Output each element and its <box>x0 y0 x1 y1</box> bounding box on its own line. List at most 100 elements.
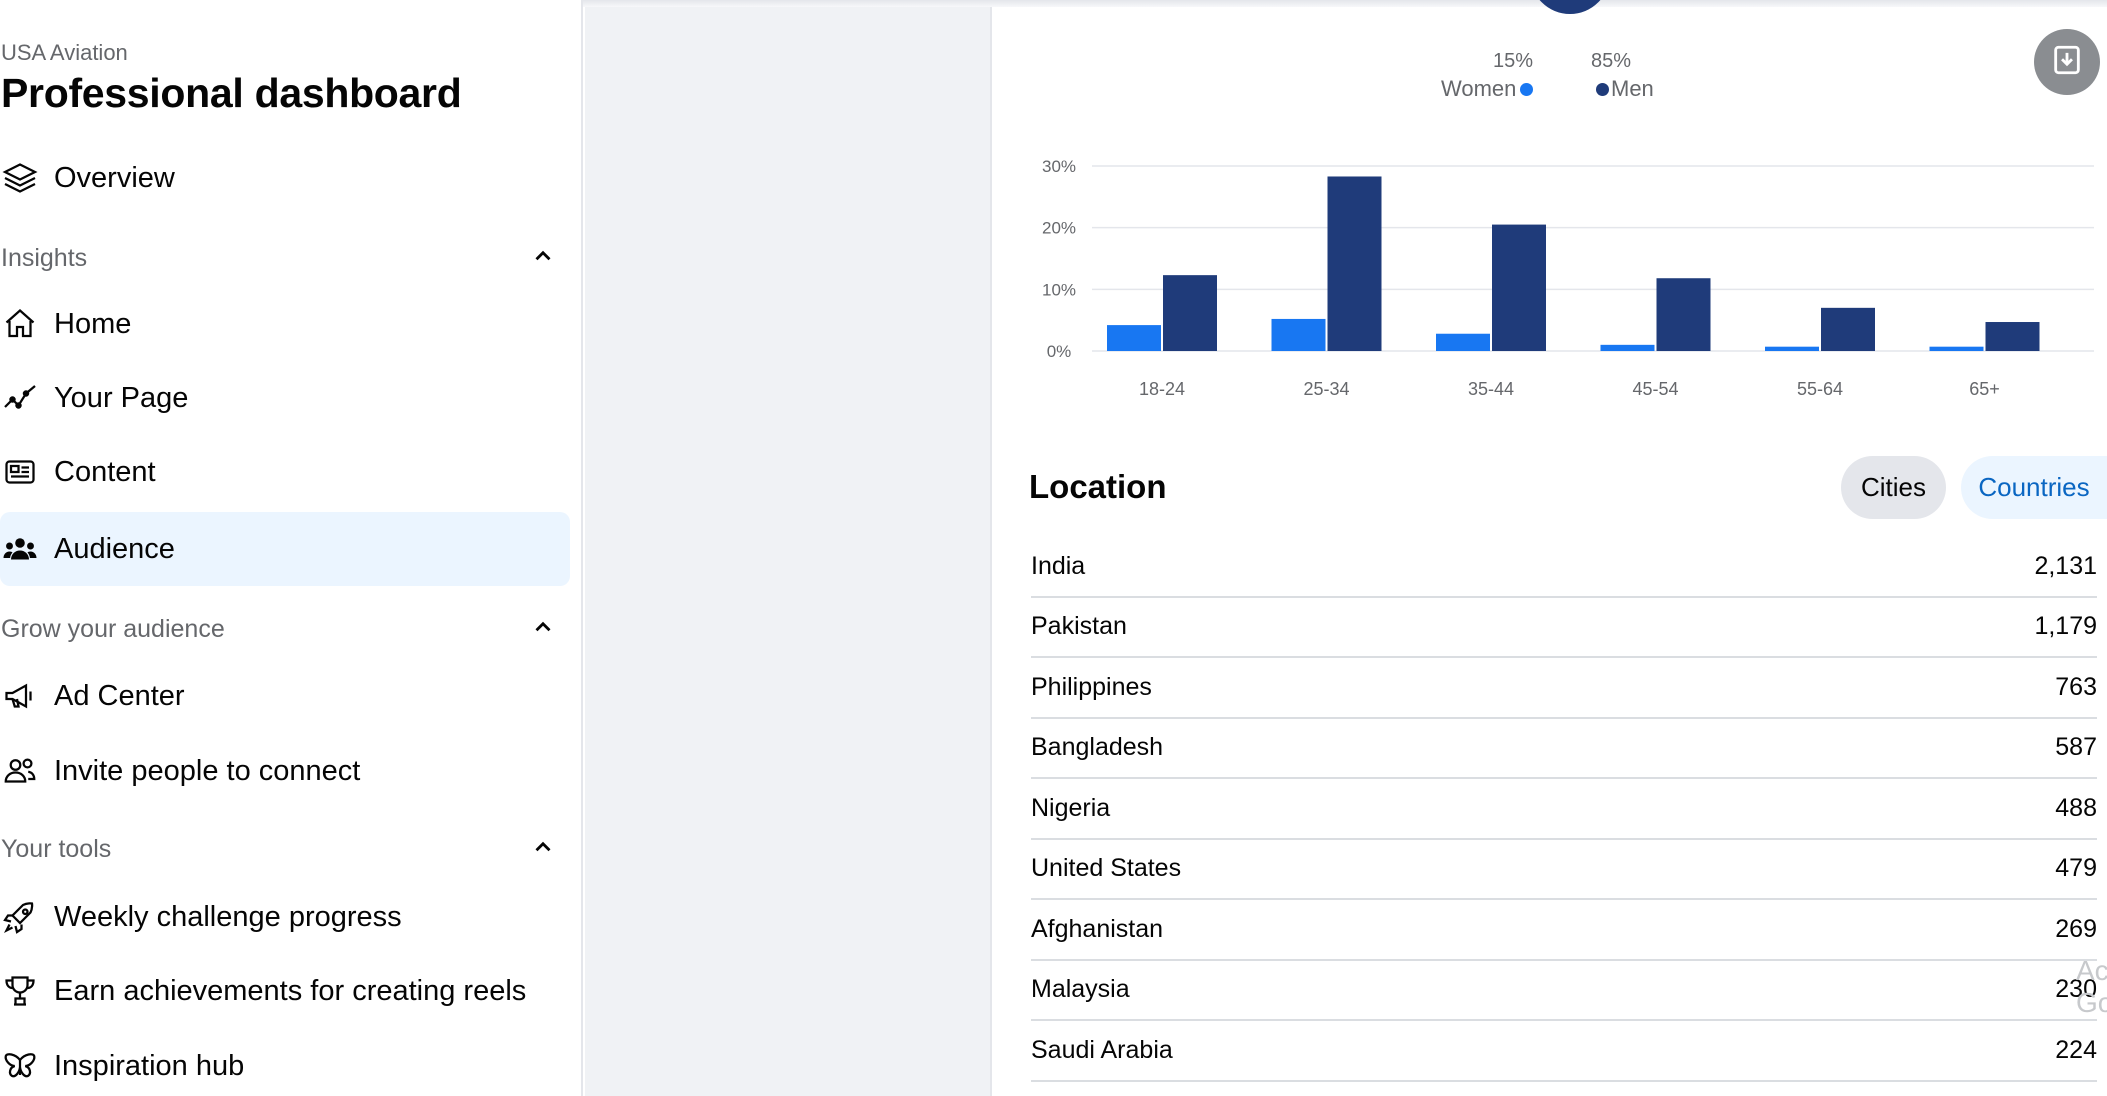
location-title: Location <box>1029 468 1167 505</box>
location-list: India 2,131 Pakistan 1,179 Philippines 763 Ban… <box>1031 537 2097 1082</box>
country-value: 2,131 <box>2034 551 2097 580</box>
activation-watermark: Ac Go <box>2076 955 2107 1019</box>
location-row: Malaysia 230 <box>1031 961 2097 1021</box>
bar-men-65+[interactable] <box>1985 322 2040 351</box>
bar-men-18-24[interactable] <box>1163 275 1217 351</box>
x-tick-label: 25-34 <box>1303 379 1349 399</box>
download-button[interactable] <box>2034 29 2100 95</box>
content-icon <box>0 452 40 492</box>
countries-tab[interactable]: Countries <box>1961 456 2107 519</box>
chevron-up-icon[interactable] <box>530 834 556 865</box>
country-name: Pakistan <box>1031 612 1127 641</box>
location-row: Saudi Arabia 224 <box>1031 1021 2097 1082</box>
chevron-up-icon[interactable] <box>530 614 556 645</box>
people-outline-icon <box>0 751 40 791</box>
nav-inspiration-label: Inspiration hub <box>54 1049 245 1082</box>
location-row: India 2,131 <box>1031 537 2097 598</box>
x-tick-label: 35-44 <box>1468 379 1514 399</box>
chevron-up-icon[interactable] <box>530 243 556 274</box>
nav-ad-center-label: Ad Center <box>54 679 185 712</box>
country-name: United States <box>1031 854 1182 883</box>
megaphone-icon <box>0 676 40 716</box>
trophy-icon <box>0 971 40 1011</box>
y-tick-label: 20% <box>1042 219 1076 238</box>
location-row: Nigeria 488 <box>1031 779 2097 840</box>
watermark-line-2: Go <box>2076 987 2107 1018</box>
men-legend-label: Men <box>1611 76 1654 101</box>
country-value: 479 <box>2055 854 2097 883</box>
nav-your-page-label: Your Page <box>54 381 189 414</box>
bar-women-65+[interactable] <box>1929 346 1984 351</box>
country-name: Bangladesh <box>1031 733 1164 762</box>
bar-men-35-44[interactable] <box>1492 224 1546 351</box>
bar-women-25-34[interactable] <box>1271 318 1326 351</box>
section-insights[interactable]: Insights <box>1 238 556 278</box>
country-name: India <box>1031 551 1086 580</box>
home-icon <box>0 304 40 344</box>
women-dot-icon <box>1520 82 1534 96</box>
dashboard-title: Professional dashboard <box>1 70 462 116</box>
nav-invite[interactable]: Invite people to connect <box>0 734 570 808</box>
x-tick-label: 65+ <box>1969 379 2000 399</box>
location-row: Bangladesh 587 <box>1031 719 2097 779</box>
country-name: Malaysia <box>1031 975 1130 1004</box>
bar-men-55-64[interactable] <box>1821 307 1875 351</box>
nav-achievements-label: Earn achievements for creating reels <box>54 974 527 1007</box>
nav-weekly-challenge[interactable]: Weekly challenge progress <box>0 880 570 954</box>
country-name: Nigeria <box>1031 793 1111 822</box>
people-icon <box>0 529 40 569</box>
content-gutter <box>585 7 992 1096</box>
country-name: Saudi Arabia <box>1031 1035 1173 1064</box>
women-legend-label: Women <box>1441 76 1517 101</box>
page-name: USA Aviation <box>1 40 128 65</box>
butterfly-icon <box>0 1046 40 1086</box>
bar-women-35-44[interactable] <box>1436 333 1490 351</box>
location-row: Philippines 763 <box>1031 658 2097 719</box>
men-dot-icon <box>1596 82 1609 96</box>
country-value: 269 <box>2055 914 2097 943</box>
location-row: Afghanistan 269 <box>1031 900 2097 961</box>
section-insights-label: Insights <box>1 243 88 272</box>
nav-invite-label: Invite people to connect <box>54 754 361 787</box>
bar-men-25-34[interactable] <box>1327 176 1382 351</box>
country-name: Philippines <box>1031 672 1152 701</box>
women-percent: 15% <box>1493 50 1534 72</box>
y-tick-label: 30% <box>1042 157 1076 176</box>
nav-inspiration[interactable]: Inspiration hub <box>0 1029 570 1096</box>
cities-tab[interactable]: Cities <box>1841 456 1946 519</box>
nav-ad-center[interactable]: Ad Center <box>0 659 570 733</box>
section-grow[interactable]: Grow your audience <box>1 609 556 649</box>
watermark-line-1: Ac <box>2076 955 2107 986</box>
nav-content[interactable]: Content <box>0 435 570 509</box>
bar-women-45-54[interactable] <box>1600 344 1655 351</box>
y-tick-label: 10% <box>1042 280 1076 299</box>
trend-line-icon <box>0 378 40 418</box>
section-tools-label: Your tools <box>1 834 112 863</box>
nav-content-label: Content <box>54 455 156 488</box>
nav-audience[interactable]: Audience <box>0 512 570 586</box>
bar-women-55-64[interactable] <box>1765 346 1819 351</box>
men-percent: 85% <box>1591 50 1632 72</box>
x-tick-label: 18-24 <box>1139 379 1185 399</box>
country-value: 488 <box>2055 793 2097 822</box>
layers-icon <box>0 158 40 198</box>
bar-men-45-54[interactable] <box>1656 278 1711 351</box>
nav-your-page[interactable]: Your Page <box>0 361 570 435</box>
age-gender-bar-chart: 0% 10% 20% 30% 18-24 25-34 35-44 45-54 55-64 65+ <box>1042 157 2094 399</box>
women-legend: Women <box>1441 76 1534 102</box>
nav-home[interactable]: Home <box>0 287 570 361</box>
y-tick-label: 0% <box>1047 342 1072 361</box>
nav-overview[interactable]: Overview <box>0 141 570 215</box>
nav-weekly-challenge-label: Weekly challenge progress <box>54 900 402 933</box>
section-tools[interactable]: Your tools <box>1 829 556 869</box>
country-value: 224 <box>2055 1035 2097 1064</box>
location-row: United States 479 <box>1031 840 2097 900</box>
download-icon <box>2050 43 2084 82</box>
rocket-icon <box>0 897 40 937</box>
nav-overview-label: Overview <box>54 161 175 194</box>
country-value: 1,179 <box>2034 612 2097 641</box>
country-value: 763 <box>2055 672 2097 701</box>
bar-women-18-24[interactable] <box>1107 325 1161 351</box>
nav-audience-label: Audience <box>54 532 175 565</box>
nav-achievements[interactable]: Earn achievements for creating reels <box>0 954 570 1028</box>
